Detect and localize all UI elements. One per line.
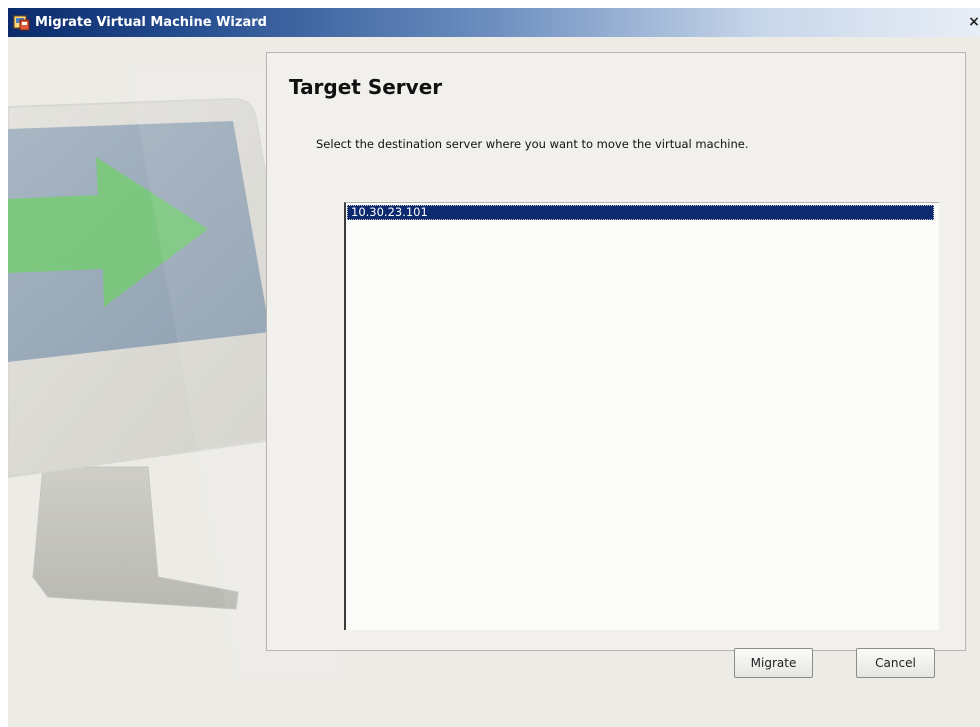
window-title: Migrate Virtual Machine Wizard <box>35 15 267 30</box>
cancel-button[interactable]: Cancel <box>856 648 935 678</box>
migrate-button[interactable]: Migrate <box>734 648 813 678</box>
page-description: Select the destination server where you … <box>316 137 749 151</box>
server-list[interactable]: 10.30.23.101 <box>344 202 939 630</box>
content-panel: Target Server Select the destination ser… <box>266 52 966 651</box>
wizard-app-icon <box>13 15 30 31</box>
page-title: Target Server <box>289 75 443 99</box>
wizard-window: Migrate Virtual Machine Wizard × Target … <box>8 8 980 727</box>
list-item-server[interactable]: 10.30.23.101 <box>347 205 934 220</box>
title-bar[interactable]: Migrate Virtual Machine Wizard × <box>8 8 980 37</box>
close-button[interactable]: × <box>966 13 980 31</box>
